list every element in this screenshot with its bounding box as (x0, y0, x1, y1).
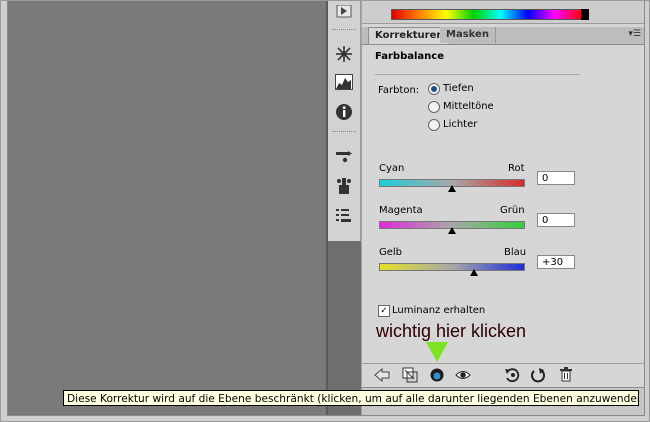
brush-preset-icon[interactable] (333, 145, 355, 167)
visibility-eye-icon[interactable] (455, 367, 471, 383)
color-panel-strip (362, 1, 644, 24)
tone-label: Farbton: (378, 85, 420, 96)
slider-right-label: Blau (504, 247, 527, 258)
tone-option-label: Tiefen (443, 83, 474, 94)
tab-korrekturen[interactable]: Korrekturen (368, 27, 451, 44)
slider-left-label: Cyan (379, 163, 405, 174)
previous-state-icon[interactable] (504, 367, 520, 383)
yellow-blue-slider[interactable] (379, 263, 525, 271)
tool-preset-icon[interactable] (333, 205, 355, 227)
magenta-green-slider-thumb[interactable] (448, 227, 456, 234)
title-divider (375, 74, 580, 75)
tone-radio-lichter[interactable] (428, 119, 440, 131)
tone-option-label: Lichter (443, 119, 478, 130)
slider-right-label: Rot (508, 163, 525, 174)
histogram-icon[interactable] (333, 71, 355, 93)
yellow-blue-slider-thumb[interactable] (469, 269, 478, 276)
document-canvas[interactable] (8, 1, 326, 415)
slider-left-label: Magenta (379, 205, 423, 216)
slider-left-label: Gelb (379, 247, 403, 258)
cyan-red-value-input[interactable]: 0 (537, 171, 575, 185)
color-spectrum[interactable] (391, 9, 583, 20)
window-frame: Korrekturen Masken ▾☰ Farbbalance Farbto… (0, 0, 650, 422)
tone-radio-tiefen[interactable] (428, 83, 440, 95)
slider-right-label: Grün (500, 205, 525, 216)
info-icon[interactable] (333, 101, 355, 123)
spectrum-black-swatch[interactable] (581, 9, 589, 20)
back-arrow-icon[interactable] (374, 367, 390, 383)
panel-menu-icon[interactable]: ▾☰ (628, 29, 641, 39)
adjustments-panel: Korrekturen Masken ▾☰ Farbbalance Farbto… (361, 1, 644, 415)
panel-icon-bar (328, 1, 361, 241)
panel-title: Farbbalance (375, 51, 444, 62)
panel-tabs: Korrekturen Masken ▾☰ (362, 27, 644, 45)
expand-view-icon[interactable] (402, 367, 418, 383)
snowflake-icon[interactable] (333, 43, 355, 65)
play-icon[interactable] (333, 1, 355, 23)
clip-to-layer-icon[interactable] (429, 367, 445, 383)
workspace: Korrekturen Masken ▾☰ Farbbalance Farbto… (7, 1, 645, 416)
yellow-blue-value-input[interactable]: +30 (537, 255, 575, 269)
clone-source-icon[interactable] (333, 175, 355, 197)
annotation-text: wichtig hier klicken (376, 321, 527, 341)
magenta-green-value-input[interactable]: 0 (537, 213, 575, 227)
tone-radio-mitteltoene[interactable] (428, 101, 440, 113)
tooltip: Diese Korrektur wird auf die Ebene besch… (63, 390, 639, 406)
panel-bottom-bar (362, 363, 644, 386)
annotation-arrow (426, 342, 448, 362)
tone-option-label: Mitteltöne (443, 101, 494, 112)
luminance-label: Luminanz erhalten (392, 305, 486, 316)
tab-masken[interactable]: Masken (440, 27, 496, 43)
luminance-checkbox[interactable]: ✓ (378, 305, 390, 317)
reset-icon[interactable] (530, 367, 546, 383)
cyan-red-slider-thumb[interactable] (448, 185, 456, 192)
delete-icon[interactable] (558, 367, 574, 383)
